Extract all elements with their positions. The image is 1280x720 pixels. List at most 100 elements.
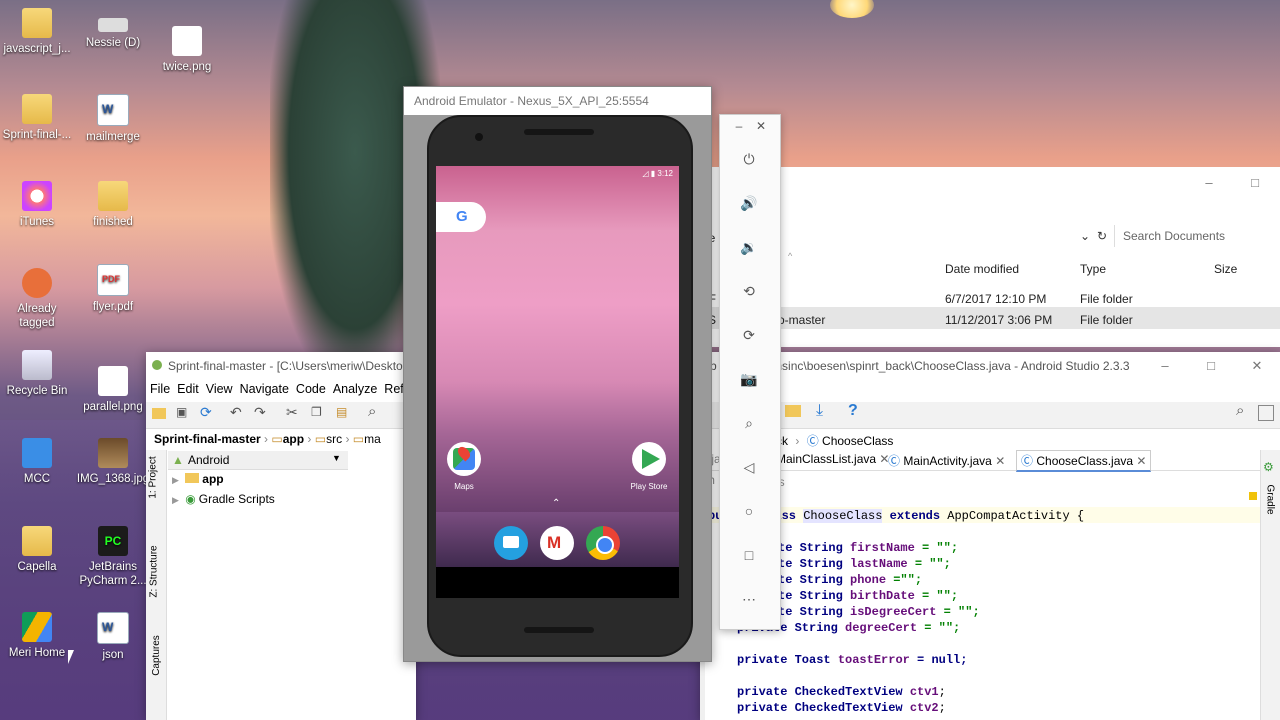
search-box[interactable]: Search Documents	[1114, 225, 1280, 247]
paste-icon[interactable]: ▤	[336, 405, 347, 419]
rotate-right-icon[interactable]: ⟳	[720, 327, 778, 344]
desktop-icon-nessie-drive[interactable]: Nessie (D)	[76, 18, 150, 50]
gradle-tab[interactable]: Gradle	[1265, 484, 1276, 514]
messages-app-icon[interactable]	[494, 526, 528, 560]
menu-file[interactable]: File	[150, 382, 170, 396]
tree-item-gradle-scripts[interactable]: ▶ ◉ Gradle Scripts	[172, 492, 275, 506]
save-icon[interactable]: ▣	[176, 405, 187, 419]
cut-icon[interactable]: ✂	[286, 404, 298, 421]
project-view-selector[interactable]: ▲ Android ▼	[168, 451, 348, 470]
desktop-icon-javascript[interactable]: javascript_j...	[0, 8, 74, 56]
desktop-icon-meri-home[interactable]: Meri Home	[0, 612, 74, 660]
recycle-bin-icon	[22, 350, 52, 380]
code-line[interactable]: te String isDegreeCert = "";	[778, 605, 980, 619]
more-icon[interactable]: ⋯	[720, 591, 778, 608]
desktop-icon-sprint-final[interactable]: Sprint-final-...	[0, 94, 74, 142]
desktop-icon-pycharm[interactable]: PC JetBrains PyCharm 2...	[76, 526, 150, 588]
tab-mainactivity[interactable]: Ⓒ MainActivity.java ✕	[888, 452, 1005, 469]
copy-icon[interactable]: ❐	[311, 405, 322, 419]
help-icon[interactable]: ?	[848, 402, 858, 420]
tree-item-app[interactable]: ▶ app	[172, 472, 224, 486]
project-tab[interactable]: 1: Project	[148, 456, 159, 498]
desktop-icon-capella[interactable]: Capella	[0, 526, 74, 574]
menu-code[interactable]: Code	[296, 382, 326, 396]
overview-icon[interactable]: □	[720, 547, 778, 563]
home-icon[interactable]: ○	[720, 503, 778, 519]
menu-view[interactable]: View	[206, 382, 233, 396]
android-icon: ▲	[172, 453, 184, 467]
desktop-icon-json[interactable]: json	[76, 612, 150, 662]
code-line[interactable]: te String birthDate = "";	[778, 589, 958, 603]
close-icon[interactable]: ✕	[732, 119, 780, 133]
volume-down-icon[interactable]: 🔉	[720, 239, 778, 256]
back-icon[interactable]: ◁	[720, 459, 778, 476]
desktop-icon-img-1368[interactable]: IMG_1368.jpg	[76, 438, 150, 486]
desktop-icon-already-tagged[interactable]: Already tagged	[0, 268, 74, 330]
maximize-button[interactable]: □	[1188, 352, 1234, 380]
user-icon[interactable]	[1258, 405, 1274, 421]
speaker	[524, 627, 594, 633]
minimize-button[interactable]: –	[1186, 169, 1232, 197]
sync-icon[interactable]: ⟳	[200, 404, 212, 421]
gradle-icon[interactable]: ⚙	[1263, 460, 1274, 474]
drive-icon	[98, 18, 128, 32]
phone-screen[interactable]: ◿ ▮ 3:12 G Maps Play Store ⌃ M	[436, 166, 679, 598]
chevron-down-icon: ▼	[332, 453, 341, 463]
camera-icon[interactable]: 📷	[720, 371, 778, 388]
maps-app-icon[interactable]	[447, 442, 481, 476]
code-line[interactable]: private CheckedTextView ctv1;	[737, 685, 946, 699]
minimize-button[interactable]: –	[1142, 352, 1188, 380]
code-line[interactable]: te String firstName = "";	[778, 541, 958, 555]
rotate-left-icon[interactable]: ⟲	[720, 283, 778, 300]
desktop-icon-parallel-png[interactable]: parallel.png	[76, 358, 150, 414]
search-placeholder: Search Documents	[1123, 229, 1226, 243]
close-button[interactable]: ✕	[1234, 352, 1280, 380]
volume-up-icon[interactable]: 🔊	[720, 195, 778, 212]
folder-icon[interactable]	[785, 405, 801, 417]
captures-tab[interactable]: Captures	[151, 635, 162, 676]
code-line[interactable]: te String phone ="";	[778, 573, 922, 587]
play-store-app-icon[interactable]	[632, 442, 666, 476]
column-header-date[interactable]: Date modified	[945, 262, 1019, 276]
chevron-down-icon[interactable]: ⌄	[1080, 229, 1090, 243]
desktop-icon-mailmerge[interactable]: mailmerge	[76, 94, 150, 144]
gmail-app-icon[interactable]: M	[540, 526, 574, 560]
undo-icon[interactable]: ↶	[230, 404, 242, 421]
desktop-icon-itunes[interactable]: iTunes	[0, 181, 74, 229]
maximize-button[interactable]: □	[1232, 169, 1278, 197]
image-file-icon	[98, 366, 128, 396]
redo-icon[interactable]: ↷	[254, 404, 266, 421]
word-document-icon	[97, 612, 129, 644]
menu-edit[interactable]: Edit	[177, 382, 199, 396]
file-row-type: File folder	[1080, 313, 1133, 327]
find-icon[interactable]: ⌕	[368, 403, 376, 420]
structure-tab[interactable]: Z: Structure	[149, 545, 160, 597]
google-search-widget[interactable]: G	[436, 202, 486, 232]
warning-marker	[1249, 492, 1257, 500]
menu-analyze[interactable]: Analyze	[333, 382, 377, 396]
code-line[interactable]: private CheckedTextView ctv2;	[737, 701, 946, 715]
code-line[interactable]: te String lastName = "";	[778, 557, 951, 571]
refresh-icon[interactable]: ↻	[1097, 229, 1107, 243]
desktop-icon-twice-png[interactable]: twice.png	[150, 18, 224, 74]
column-header-size[interactable]: Size	[1214, 262, 1237, 276]
folder-icon	[22, 526, 52, 556]
module-icon	[185, 473, 200, 483]
zoom-icon[interactable]: ⌕	[720, 415, 778, 432]
desktop-icon-finished[interactable]: finished	[76, 181, 150, 229]
tab-chooseclass[interactable]: Ⓒ ChooseClass.java ✕	[1016, 450, 1152, 472]
code-line[interactable]: private Toast toastError = null;	[737, 653, 967, 667]
menu-navigate[interactable]: Navigate	[240, 382, 289, 396]
desktop-icon-recycle-bin[interactable]: Recycle Bin	[0, 350, 74, 398]
open-folder-icon[interactable]	[152, 408, 166, 419]
power-icon[interactable]: ⏻	[720, 151, 778, 168]
app-drawer-arrow-icon[interactable]: ⌃	[552, 498, 560, 509]
chrome-app-icon[interactable]	[586, 526, 620, 560]
desktop-icon-mcc[interactable]: MCC	[0, 438, 74, 486]
download-icon[interactable]: ⤓	[816, 402, 823, 420]
tab-mainclasslist[interactable]: MainClassList.java ✕	[776, 452, 889, 466]
desktop-icon-flyer-pdf[interactable]: flyer.pdf	[76, 264, 150, 314]
file-row-name[interactable]: o-master	[778, 313, 825, 327]
column-header-type[interactable]: Type	[1080, 262, 1106, 276]
search-icon[interactable]: ⌕	[1236, 402, 1244, 419]
